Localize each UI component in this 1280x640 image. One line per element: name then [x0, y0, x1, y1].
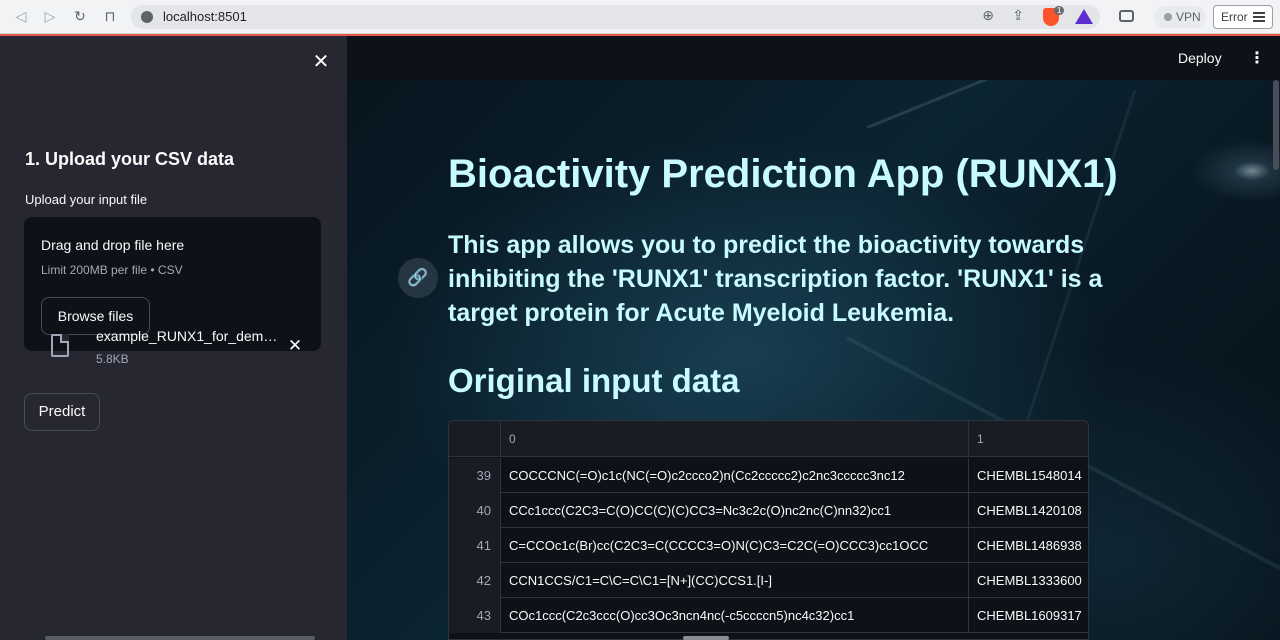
- more-options-icon[interactable]: ⋮: [1249, 48, 1265, 68]
- file-icon: [51, 334, 69, 357]
- anchor-link-icon[interactable]: 🔗: [398, 258, 438, 298]
- remove-file-icon[interactable]: ✕: [285, 336, 305, 356]
- menu-icon: [1253, 12, 1265, 22]
- column-header-0[interactable]: 0: [501, 421, 969, 457]
- upload-label: Upload your input file: [25, 192, 148, 207]
- page-description: This app allows you to predict the bioac…: [448, 231, 1103, 327]
- chembl-id-cell[interactable]: CHEMBL1548014: [969, 458, 1088, 493]
- vpn-label: VPN: [1176, 10, 1201, 24]
- row-index: 43: [449, 598, 501, 633]
- wallet-icon[interactable]: [1119, 10, 1134, 22]
- zoom-icon[interactable]: ⊕: [982, 8, 994, 24]
- chembl-id-cell[interactable]: CHEMBL1333600: [969, 563, 1088, 598]
- vpn-status-icon: [1164, 13, 1172, 21]
- row-index: 40: [449, 493, 501, 528]
- smiles-cell[interactable]: COCCCNC(=O)c1c(NC(=O)c2ccco2)n(Cc2ccccc2…: [501, 458, 969, 493]
- deploy-button[interactable]: Deploy: [1178, 46, 1222, 70]
- brave-rewards-icon[interactable]: [1075, 9, 1093, 24]
- table-row[interactable]: 39 COCCCNC(=O)c1c(NC(=O)c2ccco2)n(Cc2ccc…: [449, 458, 1088, 493]
- chembl-id-cell[interactable]: CHEMBL1420108: [969, 493, 1088, 528]
- forward-icon[interactable]: ▷: [41, 8, 59, 26]
- address-bar[interactable]: localhost:8501 ⊕ ⇪: [131, 5, 1100, 29]
- predict-button[interactable]: Predict: [24, 393, 100, 431]
- row-index: 39: [449, 458, 501, 493]
- table-row[interactable]: 40 CCc1ccc(C2C3=C(O)CC(C)(C)CC3=Nc3c2c(O…: [449, 493, 1088, 528]
- reload-icon[interactable]: ↻: [71, 8, 89, 26]
- horizontal-scrollbar[interactable]: [683, 636, 729, 640]
- main-scrollbar[interactable]: [1273, 80, 1279, 170]
- close-sidebar-icon[interactable]: ✕: [311, 50, 331, 72]
- row-index: 42: [449, 563, 501, 598]
- dropzone-limit: Limit 200MB per file • CSV: [41, 263, 183, 277]
- share-icon[interactable]: ⇪: [1012, 8, 1024, 24]
- page-title: Bioactivity Prediction App (RUNX1): [448, 152, 1118, 196]
- url-text[interactable]: localhost:8501: [163, 9, 247, 24]
- sidebar: ✕ 1. Upload your CSV data Upload your in…: [0, 36, 347, 640]
- app-header: [347, 36, 1280, 80]
- smiles-cell[interactable]: C=CCOc1c(Br)cc(C2C3=C(CCCC3=O)N(C)C3=C2C…: [501, 528, 969, 563]
- row-index: 41: [449, 528, 501, 563]
- bookmark-icon[interactable]: ⊓: [101, 8, 119, 26]
- dropzone-title: Drag and drop file here: [41, 237, 185, 253]
- table-row[interactable]: 41 C=CCOc1c(Br)cc(C2C3=C(CCCC3=O)N(C)C3=…: [449, 528, 1088, 563]
- section-heading: Original input data: [448, 362, 740, 399]
- smiles-cell[interactable]: CCN1CCS/C1=C\C=C\C1=[N+](CC)CCS1.[I-]: [501, 563, 969, 598]
- input-data-table[interactable]: 0 1 39 COCCCNC(=O)c1c(NC(=O)c2ccco2)n(Cc…: [448, 420, 1089, 640]
- chembl-id-cell[interactable]: CHEMBL1609317: [969, 598, 1088, 633]
- browser-toolbar: ◁ ▷ ↻ ⊓ localhost:8501 ⊕ ⇪ 1 VPN Error: [0, 0, 1280, 34]
- chembl-id-cell[interactable]: CHEMBL1486938: [969, 528, 1088, 563]
- table-row[interactable]: 42 CCN1CCS/C1=C\C=C\C1=[N+](CC)CCS1.[I-]…: [449, 563, 1088, 598]
- sidebar-scrollbar[interactable]: [45, 636, 315, 640]
- error-label: Error: [1221, 10, 1248, 24]
- smiles-cell[interactable]: CCc1ccc(C2C3=C(O)CC(C)(C)CC3=Nc3c2c(O)nc…: [501, 493, 969, 528]
- back-icon[interactable]: ◁: [12, 8, 30, 26]
- index-header: [449, 421, 501, 457]
- uploaded-file-size: 5.8KB: [96, 352, 129, 366]
- site-info-icon[interactable]: [141, 11, 153, 23]
- vpn-button[interactable]: VPN: [1154, 6, 1206, 28]
- column-header-1[interactable]: 1: [969, 421, 1088, 457]
- error-menu-button[interactable]: Error: [1213, 5, 1273, 29]
- smiles-cell[interactable]: COc1ccc(C2c3ccc(O)cc3Oc3ncn4nc(-c5ccccn5…: [501, 598, 969, 633]
- sidebar-section-title: 1. Upload your CSV data: [25, 149, 235, 169]
- uploaded-file-name: example_RUNX1_for_demo.csv: [96, 328, 282, 344]
- table-row[interactable]: 43 COc1ccc(C2c3ccc(O)cc3Oc3ncn4nc(-c5ccc…: [449, 598, 1088, 633]
